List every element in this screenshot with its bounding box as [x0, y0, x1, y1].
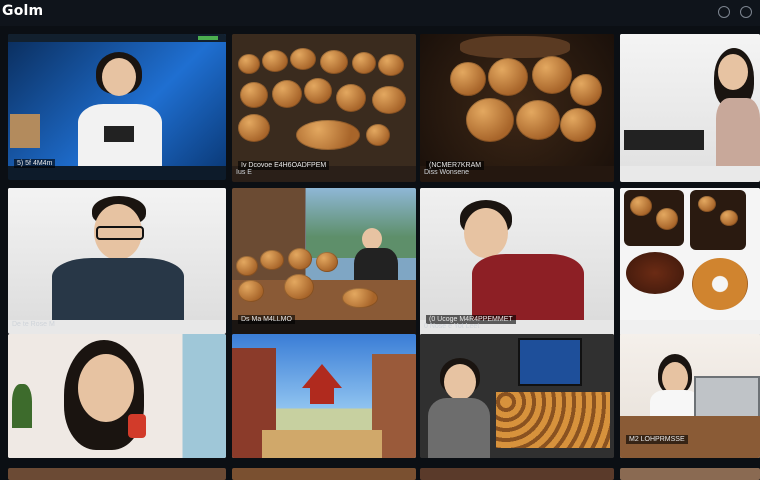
video-thumbnail[interactable]	[232, 334, 416, 458]
video-thumbnail[interactable]	[420, 188, 614, 320]
video-tile-3[interactable]: (NCMER7KRAM Diss Wonsene	[420, 34, 614, 182]
video-thumbnail[interactable]	[8, 334, 226, 458]
video-thumbnail[interactable]	[620, 34, 760, 166]
video-tile-4[interactable]	[620, 34, 760, 182]
video-tile-7[interactable]: (0 Ucoge M4R4PPEMMET 0 Nose e Yot Leet	[420, 188, 614, 336]
video-caption[interactable]: Ius Е	[236, 169, 252, 176]
video-tile-16[interactable]	[620, 468, 760, 480]
phone-image	[104, 126, 134, 142]
monitor-image	[518, 338, 582, 386]
video-tile-8[interactable]	[620, 188, 760, 336]
desk-image	[624, 130, 704, 150]
top-bar: Golm	[0, 0, 760, 26]
video-thumbnail[interactable]	[232, 188, 416, 320]
pagoda-image	[302, 364, 342, 404]
video-thumbnail[interactable]	[8, 188, 226, 320]
cup-image	[128, 414, 146, 438]
video-grid: 5) 5f 4M4m Iv Dcovoe E4H6OADFPEM Ius Е (…	[0, 32, 760, 480]
video-thumbnail[interactable]	[420, 334, 614, 458]
video-caption[interactable]: 0 Nose e Yot Leet	[424, 323, 479, 330]
video-tile-9[interactable]	[8, 334, 226, 458]
settings-icon[interactable]	[740, 6, 752, 18]
glasses-icon	[96, 226, 144, 240]
video-caption[interactable]: De te Rose M	[12, 321, 55, 328]
mountain-view-image	[306, 188, 416, 258]
street-image	[262, 430, 382, 458]
video-tile-12[interactable]: M2 LOHPRMSSE	[620, 334, 760, 458]
video-thumbnail[interactable]	[8, 34, 226, 166]
plant-image	[12, 384, 32, 428]
video-tile-11[interactable]	[420, 334, 614, 458]
app-logo[interactable]: Golm	[2, 3, 43, 19]
video-tile-13[interactable]	[8, 468, 226, 480]
status-badge	[198, 36, 218, 40]
video-tile-15[interactable]	[420, 468, 614, 480]
video-tile-2[interactable]: Iv Dcovoe E4H6OADFPEM Ius Е	[232, 34, 416, 182]
bowl-image	[460, 36, 570, 58]
video-caption[interactable]: Diss Wonsene	[424, 169, 469, 176]
video-tile-10[interactable]	[232, 334, 416, 458]
video-thumbnail[interactable]	[420, 34, 614, 166]
video-thumbnail[interactable]	[620, 188, 760, 320]
window-titlebar	[8, 34, 226, 42]
window-controls	[718, 6, 752, 18]
cake-image	[626, 252, 684, 294]
video-overlay-title: M2 LOHPRMSSE	[626, 435, 688, 444]
clock-icon[interactable]	[718, 6, 730, 18]
video-tile-1[interactable]: 5) 5f 4M4m	[8, 34, 226, 180]
video-thumbnail[interactable]	[232, 34, 416, 166]
donut-image	[692, 258, 748, 310]
video-overlay-title: 5) 5f 4M4m	[14, 159, 56, 168]
video-tile-14[interactable]	[232, 468, 416, 480]
video-tile-6[interactable]: Ds Ma M4LLMO	[232, 188, 416, 336]
video-overlay-title: Ds Ma M4LLMO	[238, 315, 295, 324]
poster-image	[10, 114, 40, 148]
tray-of-food-image	[496, 392, 610, 448]
video-tile-5[interactable]: De te Rose M	[8, 188, 226, 334]
